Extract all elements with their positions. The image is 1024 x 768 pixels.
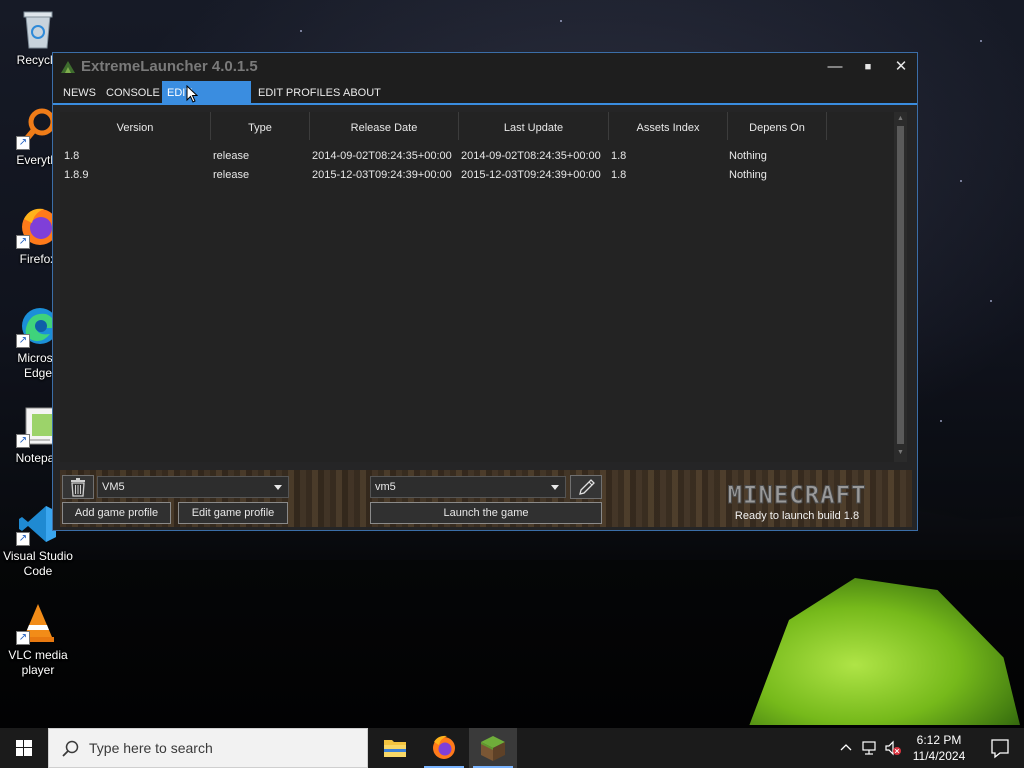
- column-header-depends-on[interactable]: Depens On: [728, 112, 827, 140]
- shortcut-arrow-icon: ↗: [16, 532, 30, 546]
- cell-last-update: 2014-09-02T08:24:35+00:00: [461, 150, 601, 162]
- launcher-window: ExtremeLauncher 4.0.1.5 — ■ ✕ NEWS CONSO…: [52, 52, 918, 531]
- delete-profile-button[interactable]: [62, 475, 94, 499]
- vertical-scrollbar[interactable]: ▲ ▼: [894, 112, 907, 462]
- launch-status-text: Ready to launch build 1.8: [734, 510, 860, 522]
- system-tray: [836, 728, 904, 768]
- table-header: Version Type Release Date Last Update As…: [60, 112, 827, 140]
- tab-edit-versions[interactable]: EDIT VERSIONS: [162, 81, 251, 123]
- chevron-down-icon: [551, 485, 559, 490]
- search-icon: [62, 740, 79, 757]
- taskbar-minecraft-launcher[interactable]: [469, 728, 517, 768]
- tab-edit-profiles[interactable]: EDIT PROFILES: [253, 81, 345, 105]
- taskbar: Type here to search 6:12 PM 11/4/2024: [0, 728, 1024, 768]
- column-header-assets-index[interactable]: Assets Index: [609, 112, 728, 140]
- cell-depends-on: Nothing: [729, 150, 767, 162]
- main-menu: NEWS CONSOLE EDIT VERSIONS EDIT PROFILES…: [53, 81, 917, 123]
- tab-news[interactable]: NEWS: [58, 81, 101, 105]
- cell-type: release: [213, 169, 250, 181]
- scroll-thumb[interactable]: [897, 126, 904, 444]
- cell-assets-index: 1.8: [611, 169, 627, 181]
- folder-icon: [384, 740, 406, 757]
- table-row[interactable]: 1.8.9 release 2015-12-03T09:24:39+00:00 …: [60, 166, 826, 185]
- launcher-bottom-bar: VM5 Add game profile Edit game profile v…: [60, 470, 912, 527]
- add-game-profile-button[interactable]: Add game profile: [62, 502, 171, 524]
- trash-icon: [71, 478, 85, 497]
- version-select[interactable]: vm5: [370, 476, 566, 498]
- search-placeholder: Type here to search: [89, 740, 213, 756]
- clock-date: 11/4/2024: [912, 749, 966, 763]
- mouse-cursor-icon: [186, 85, 198, 103]
- taskbar-firefox[interactable]: [420, 728, 468, 768]
- desktop-icon-vlc[interactable]: ↗ VLC media player: [0, 601, 76, 678]
- vlc-icon: ↗: [16, 601, 60, 645]
- grass-block-icon: [481, 736, 505, 761]
- maximize-button[interactable]: ■: [852, 55, 884, 79]
- desktop-icon-label: VLC media: [8, 648, 68, 662]
- chevron-down-icon: [274, 485, 282, 490]
- cell-depends-on: Nothing: [729, 169, 767, 181]
- svg-text:MINECRAFT: MINECRAFT: [727, 482, 866, 508]
- profile-select-value: VM5: [102, 481, 125, 493]
- desktop-icon-label-line2: player: [21, 663, 55, 677]
- action-center-button[interactable]: [976, 728, 1024, 768]
- shortcut-arrow-icon: ↗: [16, 434, 30, 448]
- chevron-up-icon[interactable]: [839, 741, 853, 755]
- scroll-down-arrow-icon[interactable]: ▼: [896, 448, 905, 458]
- desktop-icon-label: Visual Studio: [3, 549, 73, 563]
- cell-type: release: [213, 150, 250, 162]
- firefox-icon: [433, 735, 455, 759]
- tab-console[interactable]: CONSOLE: [101, 81, 165, 105]
- cell-version: 1.8.9: [64, 169, 89, 181]
- recycle-bin-icon: [16, 6, 60, 50]
- cell-last-update: 2015-12-03T09:24:39+00:00: [461, 169, 601, 181]
- profile-select[interactable]: VM5: [97, 476, 289, 498]
- network-icon[interactable]: [861, 739, 879, 757]
- launch-game-button[interactable]: Launch the game: [370, 502, 602, 524]
- shortcut-arrow-icon: ↗: [16, 136, 30, 150]
- scroll-up-arrow-icon[interactable]: ▲: [896, 114, 905, 124]
- shortcut-arrow-icon: ↗: [16, 334, 30, 348]
- desktop-icon-label: Firefox: [19, 252, 57, 266]
- table-row[interactable]: 1.8 release 2014-09-02T08:24:35+00:00 20…: [60, 147, 826, 166]
- versions-table: Version Type Release Date Last Update As…: [60, 112, 894, 462]
- title-bar[interactable]: ExtremeLauncher 4.0.1.5 — ■ ✕: [53, 53, 917, 81]
- edit-game-profile-button[interactable]: Edit game profile: [178, 502, 288, 524]
- column-header-last-update[interactable]: Last Update: [459, 112, 609, 140]
- column-header-release-date[interactable]: Release Date: [310, 112, 459, 140]
- taskbar-clock[interactable]: 6:12 PM 11/4/2024: [904, 732, 974, 764]
- minimize-button[interactable]: —: [819, 55, 851, 79]
- cell-assets-index: 1.8: [611, 150, 627, 162]
- notification-icon: [991, 739, 1009, 759]
- taskbar-search-box[interactable]: Type here to search: [48, 728, 368, 768]
- cell-release-date: 2015-12-03T09:24:39+00:00: [312, 169, 452, 181]
- clock-time: 6:12 PM: [916, 733, 962, 747]
- column-header-type[interactable]: Type: [211, 112, 310, 140]
- app-logo-icon: [61, 61, 75, 73]
- column-header-version[interactable]: Version: [60, 112, 211, 140]
- cell-version: 1.8: [64, 150, 80, 162]
- cell-release-date: 2014-09-02T08:24:35+00:00: [312, 150, 452, 162]
- desktop-icon-label-line2: Code: [23, 564, 53, 578]
- windows-logo-icon: [16, 740, 32, 756]
- pencil-icon: [579, 479, 595, 495]
- tab-about[interactable]: ABOUT: [338, 81, 386, 105]
- minecraft-logo: MINECRAFT: [727, 482, 866, 508]
- shortcut-arrow-icon: ↗: [16, 235, 30, 249]
- volume-muted-icon[interactable]: [884, 739, 902, 757]
- taskbar-file-explorer[interactable]: [371, 728, 419, 768]
- close-button[interactable]: ✕: [885, 55, 917, 79]
- shortcut-arrow-icon: ↗: [16, 631, 30, 645]
- start-button[interactable]: [0, 728, 48, 768]
- edit-version-button[interactable]: [570, 475, 602, 499]
- window-title: ExtremeLauncher 4.0.1.5: [81, 58, 258, 75]
- version-select-value: vm5: [375, 481, 396, 493]
